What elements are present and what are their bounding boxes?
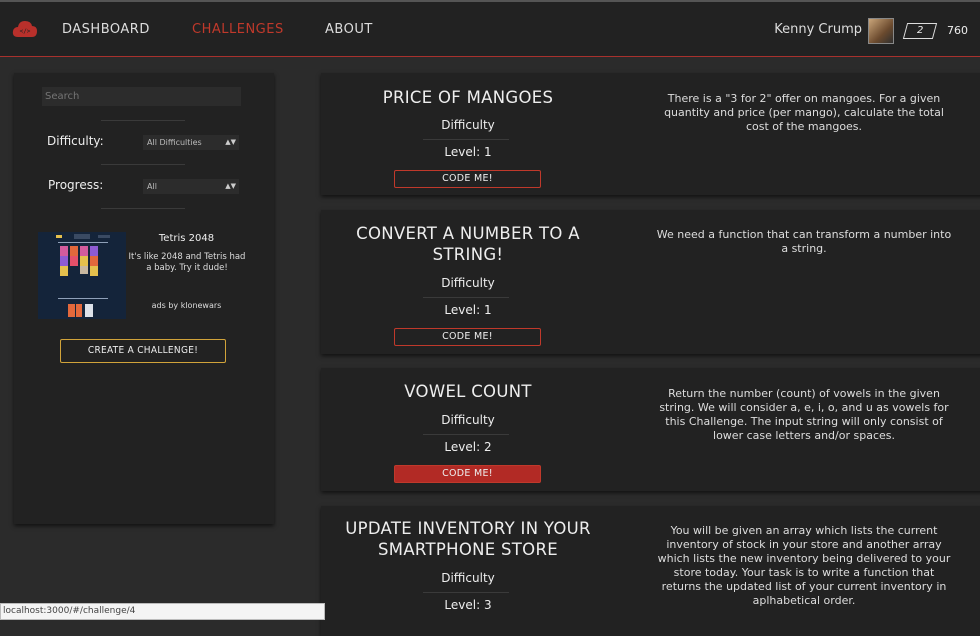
- select-arrows-icon: ▲▼: [225, 182, 236, 190]
- progress-select-value: All: [147, 182, 157, 191]
- browser-status-url: localhost:3000/#/challenge/4: [0, 603, 325, 620]
- filter-sidebar: Difficulty: All Difficulties ▲▼ Progress…: [14, 73, 274, 524]
- ad-description: It's like 2048 and Tetris had a baby. Tr…: [128, 252, 246, 273]
- level-label: Level: 1: [444, 145, 492, 159]
- challenge-title: CONVERT A NUMBER TO A STRING!: [356, 224, 580, 264]
- difficulty-label: Difficulty: [441, 571, 495, 585]
- avatar[interactable]: [868, 18, 894, 44]
- divider: [101, 164, 185, 165]
- points-value: 760: [947, 24, 968, 37]
- progress-select[interactable]: All ▲▼: [143, 179, 239, 194]
- nav-dashboard[interactable]: DASHBOARD: [62, 22, 150, 37]
- ad-attribution[interactable]: ads by klonewars: [134, 301, 239, 310]
- difficulty-label: Difficulty: [441, 276, 495, 290]
- top-navbar: </> DASHBOARD CHALLENGES ABOUT Kenny Cru…: [0, 0, 980, 57]
- challenge-title: PRICE OF MANGOES: [382, 88, 554, 107]
- challenge-title: VOWEL COUNT: [404, 382, 532, 401]
- difficulty-select-value: All Difficulties: [147, 138, 202, 147]
- challenge-card: CONVERT A NUMBER TO A STRING! Difficulty…: [321, 210, 980, 354]
- challenge-description: Return the number (count) of vowels in t…: [659, 387, 949, 442]
- difficulty-label: Difficulty: [441, 118, 495, 132]
- challenge-description: You will be given an array which lists t…: [657, 524, 951, 607]
- tetris-2048-ad-image[interactable]: [38, 232, 126, 319]
- cloud-code-logo-icon[interactable]: </>: [12, 19, 38, 39]
- nav-challenges[interactable]: CHALLENGES: [192, 22, 284, 37]
- challenge-card: VOWEL COUNT Difficulty Level: 2 CODE ME!…: [321, 368, 980, 491]
- challenge-description: We need a function that can transform a …: [656, 228, 952, 255]
- code-me-button[interactable]: CODE ME!: [394, 465, 541, 483]
- progress-label: Progress:: [48, 178, 104, 192]
- select-arrows-icon: ▲▼: [225, 138, 236, 146]
- divider: [423, 139, 509, 140]
- level-label: Level: 1: [444, 303, 492, 317]
- divider: [423, 434, 509, 435]
- level-value: 2: [916, 25, 924, 36]
- difficulty-label: Difficulty: [441, 413, 495, 427]
- challenge-card: UPDATE INVENTORY IN YOUR SMARTPHONE STOR…: [321, 506, 980, 636]
- difficulty-label: Difficulty:: [47, 134, 104, 148]
- level-label: Level: 2: [444, 440, 492, 454]
- nav-about[interactable]: ABOUT: [325, 22, 373, 37]
- challenge-card: PRICE OF MANGOES Difficulty Level: 1 COD…: [321, 73, 980, 195]
- svg-text:</>: </>: [20, 28, 31, 35]
- code-me-button[interactable]: CODE ME!: [394, 328, 541, 346]
- ad-title[interactable]: Tetris 2048: [134, 233, 239, 244]
- challenge-title: UPDATE INVENTORY IN YOUR SMARTPHONE STOR…: [345, 519, 591, 559]
- challenge-description: There is a "3 for 2" offer on mangoes. F…: [664, 92, 944, 133]
- level-badge: 2: [902, 23, 938, 39]
- search-input[interactable]: [42, 87, 241, 106]
- code-me-button[interactable]: CODE ME!: [394, 170, 541, 188]
- divider: [423, 297, 509, 298]
- difficulty-select[interactable]: All Difficulties ▲▼: [143, 135, 239, 150]
- level-label: Level: 3: [444, 598, 492, 612]
- user-name[interactable]: Kenny Crump: [774, 22, 862, 37]
- divider: [423, 592, 509, 593]
- divider: [101, 208, 185, 209]
- create-challenge-button[interactable]: CREATE A CHALLENGE!: [60, 339, 226, 363]
- divider: [101, 120, 185, 121]
